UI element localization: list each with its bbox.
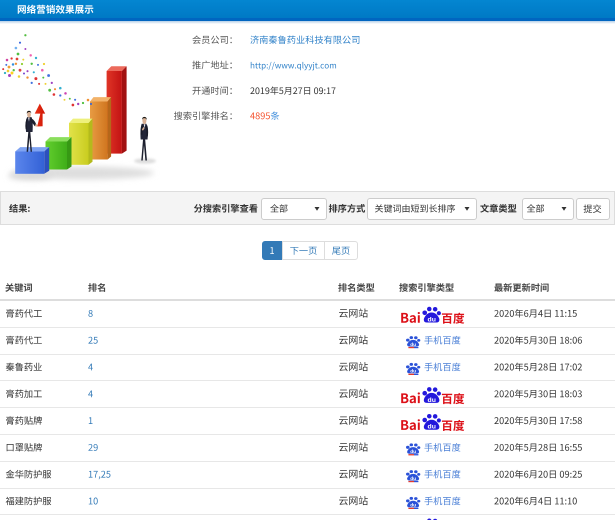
- svg-text:du: du: [410, 503, 416, 508]
- svg-text:du: du: [428, 424, 436, 431]
- svg-text:du: du: [410, 342, 416, 347]
- svg-text:du: du: [410, 449, 416, 454]
- svg-text:du: du: [410, 369, 416, 374]
- svg-text:du: du: [410, 476, 416, 481]
- svg-text:du: du: [428, 397, 436, 404]
- svg-text:du: du: [428, 316, 436, 323]
